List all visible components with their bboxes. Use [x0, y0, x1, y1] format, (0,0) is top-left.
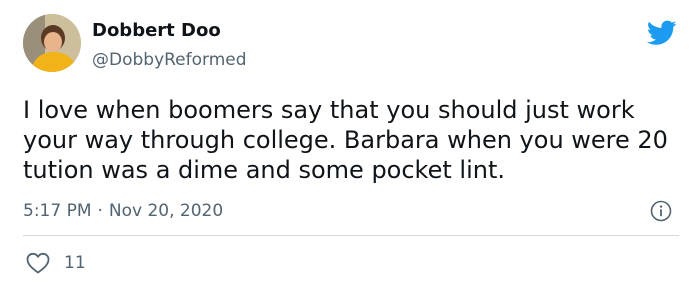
tweet-time[interactable]: 5:17 PM — [23, 201, 92, 221]
divider — [23, 235, 679, 236]
avatar-image — [23, 14, 81, 72]
like-button[interactable]: 11 — [26, 252, 86, 274]
tweet-text: I love when boomers say that you should … — [23, 96, 668, 184]
display-name[interactable]: Dobbert Doo — [92, 20, 221, 41]
avatar[interactable] — [23, 14, 81, 72]
info-icon[interactable] — [650, 200, 672, 222]
tweet-timestamp[interactable]: 5:17 PM · Nov 20, 2020 — [23, 201, 223, 221]
handle[interactable]: @DobbyReformed — [92, 50, 247, 70]
timestamp-separator: · — [97, 201, 103, 221]
twitter-bird-icon[interactable] — [647, 20, 677, 46]
tweet-date[interactable]: Nov 20, 2020 — [109, 201, 223, 221]
heart-icon[interactable] — [26, 252, 50, 274]
like-count: 11 — [64, 253, 86, 273]
tweet-card: Dobbert Doo @DobbyReformed I love when b… — [0, 0, 700, 288]
